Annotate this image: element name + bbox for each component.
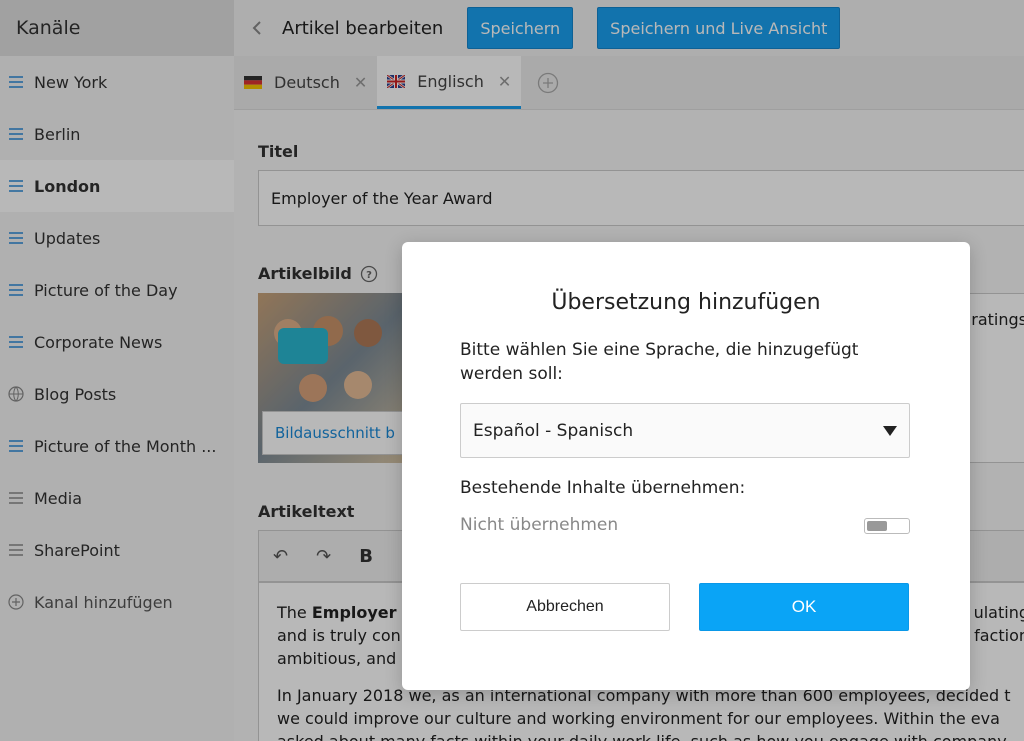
copy-content-label: Bestehende Inhalte übernehmen: xyxy=(460,478,746,498)
language-select-value: Español - Spanisch xyxy=(473,420,634,441)
toggle-knob xyxy=(867,521,887,531)
ok-button[interactable]: OK xyxy=(699,583,909,631)
add-translation-dialog: Übersetzung hinzufügen Bitte wählen Sie … xyxy=(402,242,970,690)
cancel-button[interactable]: Abbrechen xyxy=(460,583,670,631)
dialog-description: Bitte wählen Sie eine Sprache, die hinzu… xyxy=(460,340,859,384)
toggle-label: Nicht übernehmen xyxy=(460,515,619,535)
copy-content-toggle[interactable] xyxy=(864,518,910,534)
dialog-title: Übersetzung hinzufügen xyxy=(551,290,821,315)
language-select[interactable]: Español - Spanisch xyxy=(460,403,910,458)
caret-down-icon xyxy=(883,426,897,436)
